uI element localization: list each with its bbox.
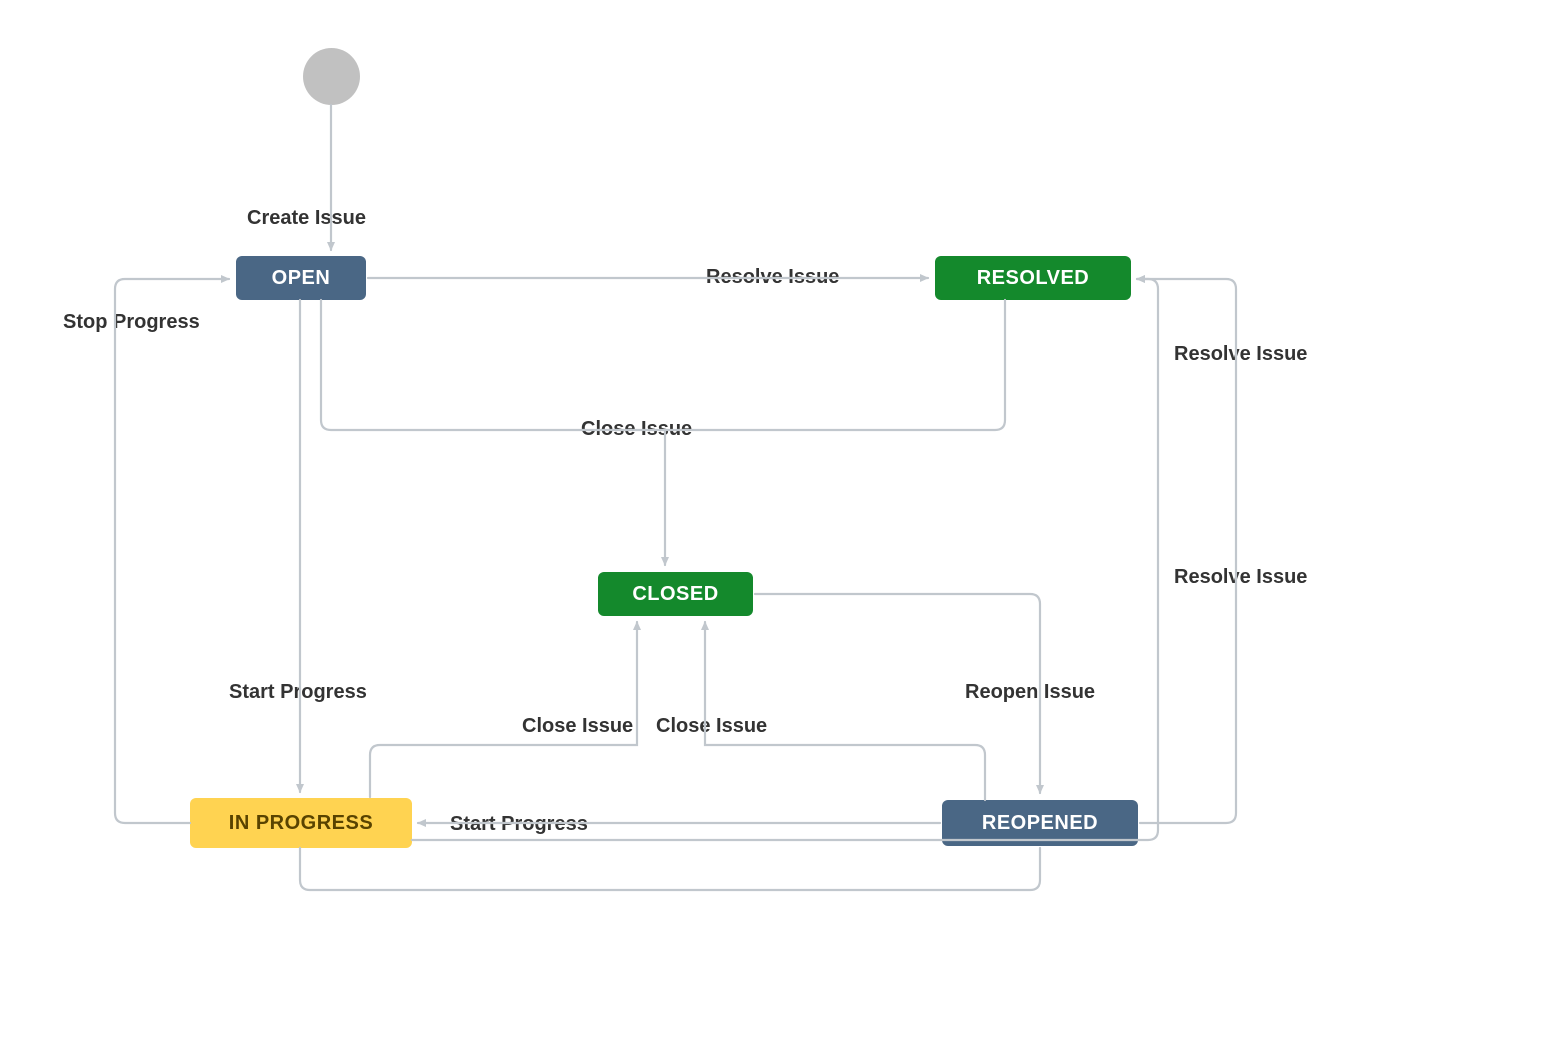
edge-label-stop-progress: Stop Progress bbox=[63, 311, 200, 334]
state-reopened-label: REOPENED bbox=[982, 812, 1098, 835]
start-node-icon bbox=[303, 48, 360, 105]
edge-label-start-progress-center: Start Progress bbox=[450, 813, 588, 836]
edge-label-start-progress-left: Start Progress bbox=[229, 681, 367, 704]
state-closed: CLOSED bbox=[598, 572, 753, 616]
state-resolved-label: RESOLVED bbox=[977, 267, 1090, 290]
state-open-label: OPEN bbox=[272, 267, 331, 290]
edge-label-resolve-issue-top: Resolve Issue bbox=[706, 266, 839, 289]
edge-label-create-issue: Create Issue bbox=[247, 207, 366, 230]
state-in-progress: IN PROGRESS bbox=[190, 798, 412, 848]
state-open: OPEN bbox=[236, 256, 366, 300]
edge-label-reopen-issue: Reopen Issue bbox=[965, 681, 1095, 704]
state-resolved: RESOLVED bbox=[935, 256, 1131, 300]
state-in-progress-label: IN PROGRESS bbox=[229, 812, 373, 835]
edge-label-close-issue-right: Close Issue bbox=[656, 715, 767, 738]
edge-label-close-issue-top: Close Issue bbox=[581, 418, 692, 441]
edge-label-resolve-issue-right-lower: Resolve Issue bbox=[1174, 566, 1307, 589]
state-closed-label: CLOSED bbox=[632, 583, 718, 606]
edge-label-close-issue-left: Close Issue bbox=[522, 715, 633, 738]
state-reopened: REOPENED bbox=[942, 800, 1138, 846]
workflow-diagram: OPEN RESOLVED CLOSED IN PROGRESS REOPENE… bbox=[0, 0, 1557, 1047]
edge-label-resolve-issue-right-upper: Resolve Issue bbox=[1174, 343, 1307, 366]
edges-svg bbox=[0, 0, 1557, 1047]
